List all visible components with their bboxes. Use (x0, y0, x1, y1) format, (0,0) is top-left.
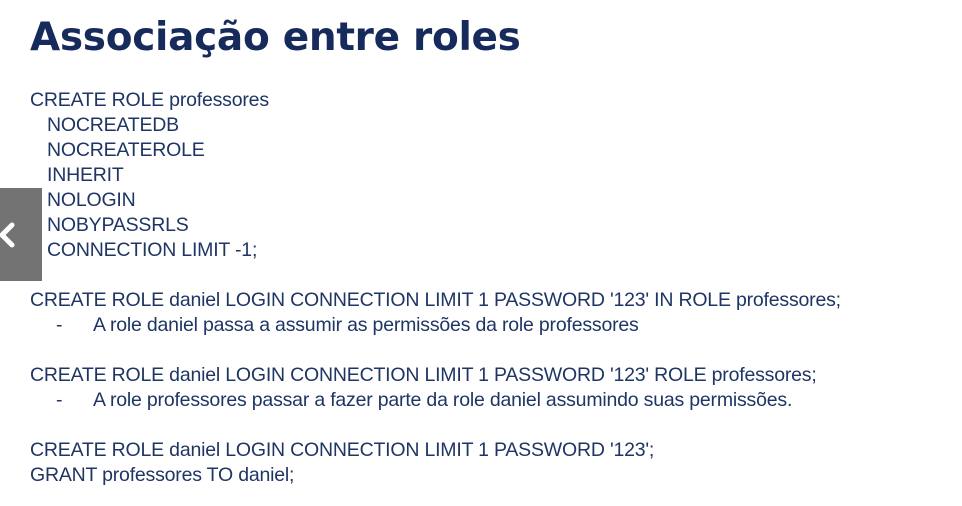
slide-body: CREATE ROLE professores NOCREATEDB NOCRE… (30, 88, 841, 488)
create-role-professores: CREATE ROLE professores (30, 89, 269, 111)
option-inherit: INHERIT (47, 164, 124, 186)
note-text: A role daniel passa a assumir as permiss… (93, 314, 639, 336)
option-nobypassrls: NOBYPASSRLS (47, 214, 189, 236)
note-in-role: - A role daniel passa a assumir as permi… (30, 313, 841, 338)
statement-role: CREATE ROLE daniel LOGIN CONNECTION LIMI… (30, 364, 817, 386)
slide-title: Associação entre roles (30, 15, 521, 60)
option-connection-limit: CONNECTION LIMIT -1; (47, 239, 258, 261)
grant-statement: GRANT professores TO daniel; (30, 464, 295, 486)
statement-in-role: CREATE ROLE daniel LOGIN CONNECTION LIMI… (30, 289, 841, 311)
option-nologin: NOLOGIN (47, 189, 136, 211)
chevron-left-icon (0, 222, 15, 247)
slide: Associação entre roles CREATE ROLE profe… (0, 0, 962, 506)
note-text: A role professores passar a fazer parte … (93, 389, 793, 411)
bullet-dash: - (56, 389, 63, 411)
note-role: - A role professores passar a fazer part… (30, 388, 841, 413)
option-nocreaterole: NOCREATEROLE (47, 139, 205, 161)
bullet-dash: - (56, 314, 63, 336)
previous-slide-button[interactable] (0, 188, 42, 281)
statement-password: CREATE ROLE daniel LOGIN CONNECTION LIMI… (30, 439, 655, 461)
option-nocreatedb: NOCREATEDB (47, 114, 179, 136)
